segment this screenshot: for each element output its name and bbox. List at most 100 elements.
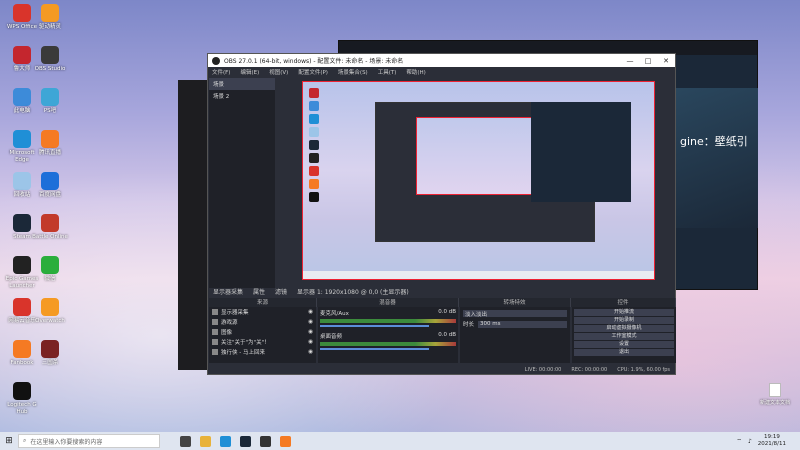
eye-icon[interactable]: ◉ [308,339,313,345]
volume-slider[interactable] [320,348,429,350]
virtual-camera-button[interactable]: 启动虚拟摄像机 [574,325,674,332]
desktop-icon[interactable]: 驱动精灵 [32,4,68,31]
eye-icon[interactable]: ◉ [308,349,313,355]
maximize-icon[interactable]: □ [639,57,657,65]
menu-file[interactable]: 文件(F) [212,68,230,76]
live-app-taskbar-icon[interactable] [280,435,291,447]
menu-scene-collection[interactable]: 场景集合(S) [338,68,368,76]
source-item[interactable]: 显示器采集 ◉ [209,307,316,317]
gamepad-icon [212,319,218,325]
desktop-icon-label: PS吧 [43,108,57,114]
app-icon [41,172,59,190]
scene-item[interactable]: 场景 [209,78,275,90]
mixer-track: 桌面音频 0.0 dB [320,332,456,350]
track-name: 桌面音频 [320,334,343,340]
network-icon[interactable]: ⌔ [736,437,742,445]
start-recording-button[interactable]: 开始录制 [574,317,674,324]
app-icon [41,88,59,106]
desktop-icon[interactable]: OBS Studio [32,46,68,73]
obs-menubar: 文件(F) 编辑(E) 视图(V) 配置文件(P) 场景集合(S) 工具(T) … [208,67,675,77]
taskbar: ⊞ ⌕ 在这里输入你要搜索的内容 ⌔ ♪ 19:19 2021/8/11 [0,432,800,450]
app-icon [13,298,31,316]
minimize-icon[interactable]: — [621,57,639,65]
taskbar-apps [180,435,291,447]
live-status: LIVE: 00:00:00 [524,366,562,373]
eye-icon[interactable]: ◉ [308,319,313,325]
steam-banner-text: gine：壁纸引 [680,135,748,148]
track-name: 麦克风/Aux [320,311,349,317]
transition-select[interactable]: 淡入淡出 [463,310,567,318]
track-db: 0.0 dB [438,332,456,338]
menu-tools[interactable]: 工具(T) [378,68,397,76]
file-label: 新建文本文档 [760,400,791,406]
rec-status: REC: 00:00:00 [571,366,608,373]
menu-help[interactable]: 帮助(H) [406,68,425,76]
search-icon: ⌕ [23,437,27,444]
scenes-list: 场景 场景 2 [209,78,275,288]
obs-window[interactable]: OBS 27.0.1 (64-bit, windows) - 配置文件: 未命名… [207,53,676,375]
menu-view[interactable]: 视图(V) [269,68,288,76]
steam-icon[interactable] [240,435,251,447]
obs-taskbar-icon[interactable] [260,435,271,447]
mixer-header: 混音器 [317,298,459,307]
desktop-icon[interactable]: 微信 [32,256,68,283]
text-document-icon [769,383,781,397]
desktop-icon[interactable]: 三国杀 [32,340,68,367]
monitor-icon [212,309,218,315]
file-explorer-icon[interactable] [200,435,211,447]
transitions-panel: 淡入淡出 时长 300 ms [460,307,570,363]
clock[interactable]: 19:19 2021/8/11 [758,434,786,448]
scene-item[interactable]: 场景 2 [209,90,275,102]
start-streaming-button[interactable]: 开始推流 [574,309,674,316]
desktop-icon-label: 百度网盘 [38,192,61,198]
app-icon [13,340,31,358]
controls-header: 控件 [571,298,676,307]
filters-button[interactable]: 滤镜 [275,287,287,296]
sources-list: 显示器采集 ◉ 游戏源 ◉ 图像 ◉ 关注"关于"为"关"！ ◉ 独行侠 - 马上回来 ◉ [209,307,316,363]
desktop-icon-label: 三国杀 [41,360,59,366]
duration-input[interactable]: 300 ms [478,320,567,328]
volume-icon[interactable]: ♪ [748,438,752,445]
close-icon[interactable]: ✕ [657,57,675,65]
preview-canvas[interactable] [302,81,655,280]
exit-button[interactable]: 退出 [574,349,674,356]
desktop-icon[interactable]: PS吧 [32,88,68,115]
volume-slider[interactable] [320,325,429,327]
task-view-icon[interactable] [180,435,191,447]
properties-button[interactable]: 属性 [253,287,265,296]
app-icon [41,340,59,358]
steam-hero-panel [668,88,758,228]
desktop-icon[interactable]: Logitech G Hub [4,382,40,416]
source-item[interactable]: 关注"关于"为"关"！ ◉ [209,337,316,347]
app-icon [41,256,59,274]
desktop-file-icon[interactable]: 新建文本文档 [760,383,790,406]
desktop-icon[interactable]: Battle Online [32,214,68,241]
windows-start-icon[interactable]: ⊞ [0,436,18,446]
eye-icon[interactable]: ◉ [308,309,313,315]
studio-mode-button[interactable]: 工作室模式 [574,333,674,340]
display-select[interactable]: 显示器 1: 1920x1080 @ 0,0 (主显示器) [297,287,409,296]
source-item[interactable]: 独行侠 - 马上回来 ◉ [209,347,316,357]
settings-button[interactable]: 设置 [574,341,674,348]
track-db: 0.0 dB [438,309,456,315]
app-icon [13,214,31,232]
app-icon [13,382,31,400]
controls-panel: 开始推流 开始录制 启动虚拟摄像机 工作室模式 设置 退出 [572,307,676,363]
app-icon [13,172,31,190]
desktop-icon-label: 驱动精灵 [38,24,61,30]
source-item[interactable]: 游戏源 ◉ [209,317,316,327]
eye-icon[interactable]: ◉ [308,329,313,335]
desktop-icon-label: Logitech G Hub [7,402,37,415]
desktop-icon[interactable]: 腾讯直播 [32,130,68,157]
dock-headers: 来源 混音器 转场特效 控件 [209,298,676,307]
desktop-icon[interactable]: Overwatch [32,298,68,325]
duration-label: 时长 [463,322,475,328]
menu-edit[interactable]: 编辑(E) [240,68,259,76]
taskbar-search[interactable]: ⌕ 在这里输入你要搜索的内容 [18,434,160,448]
cpu-status: CPU: 1.9%, 60.00 fps [617,366,670,373]
edge-icon[interactable] [220,435,231,447]
menu-profile[interactable]: 配置文件(P) [298,68,328,76]
desktop-icon[interactable]: 百度网盘 [32,172,68,199]
source-item[interactable]: 图像 ◉ [209,327,316,337]
obs-titlebar[interactable]: OBS 27.0.1 (64-bit, windows) - 配置文件: 未命名… [208,54,675,67]
